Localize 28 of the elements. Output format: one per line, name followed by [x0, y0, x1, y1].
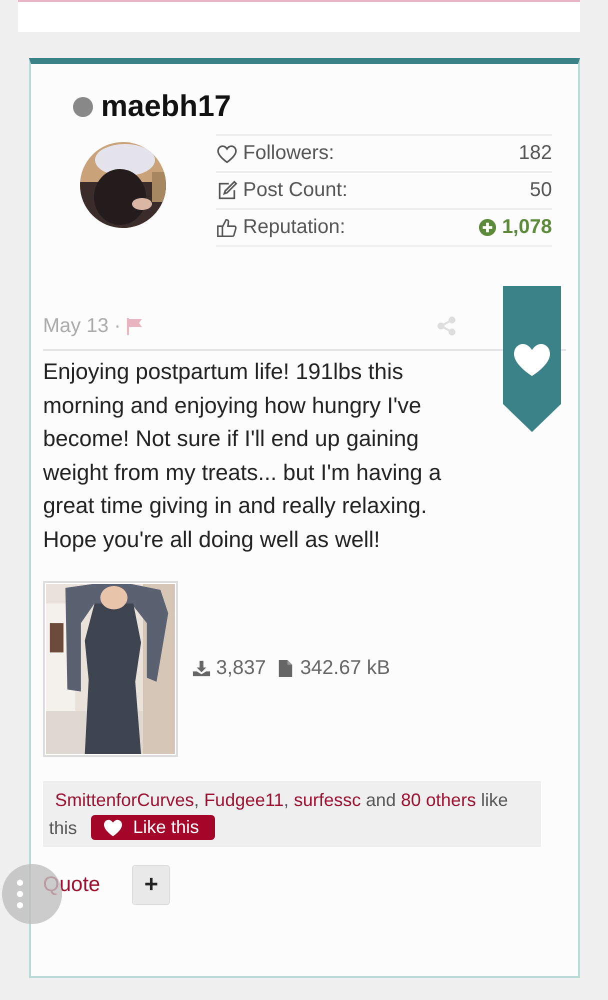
- user-link[interactable]: surfessc: [294, 790, 361, 810]
- stat-value: 1,078: [478, 216, 552, 239]
- stat-label: Reputation:: [243, 216, 346, 239]
- quote-link[interactable]: Quote: [43, 872, 100, 897]
- dots-icon: [16, 879, 24, 909]
- username[interactable]: maebh17: [101, 90, 232, 124]
- post-text: Enjoying postpartum life! 191lbs this morning and enjoying how hungry I've become! Not sure if I'll end up gaining weight from my treats... but I'm having a great time giving in and really relaxing. Hope you're all doing well as well!: [43, 358, 442, 554]
- like-button[interactable]: Like this: [91, 815, 216, 840]
- others-link[interactable]: 80 others: [400, 790, 476, 810]
- like-ribbon[interactable]: [503, 286, 561, 432]
- likes-text: SmittenforCurves, Fudgee11, surfessc and 80 others like: [54, 788, 509, 812]
- edit-icon: [216, 180, 238, 202]
- stat-label: Post Count:: [243, 179, 349, 202]
- stat-value: 182: [518, 142, 552, 165]
- share-icon[interactable]: [436, 316, 457, 336]
- thumbs-up-icon: [216, 216, 238, 238]
- heart-icon: [103, 818, 124, 837]
- download-count: 3,837: [192, 657, 266, 680]
- user-link[interactable]: Fudgee11: [204, 790, 284, 810]
- stat-value: 50: [530, 179, 552, 202]
- heart-icon: [216, 142, 238, 164]
- file-size: 342.67 kB: [276, 657, 390, 680]
- flag-icon[interactable]: [124, 316, 145, 336]
- likes-text: this: [49, 816, 78, 840]
- download-icon: [192, 659, 211, 678]
- stat-label: Followers:: [243, 142, 336, 165]
- user-link[interactable]: SmittenforCurves: [55, 790, 194, 810]
- more-button[interactable]: +: [132, 864, 170, 905]
